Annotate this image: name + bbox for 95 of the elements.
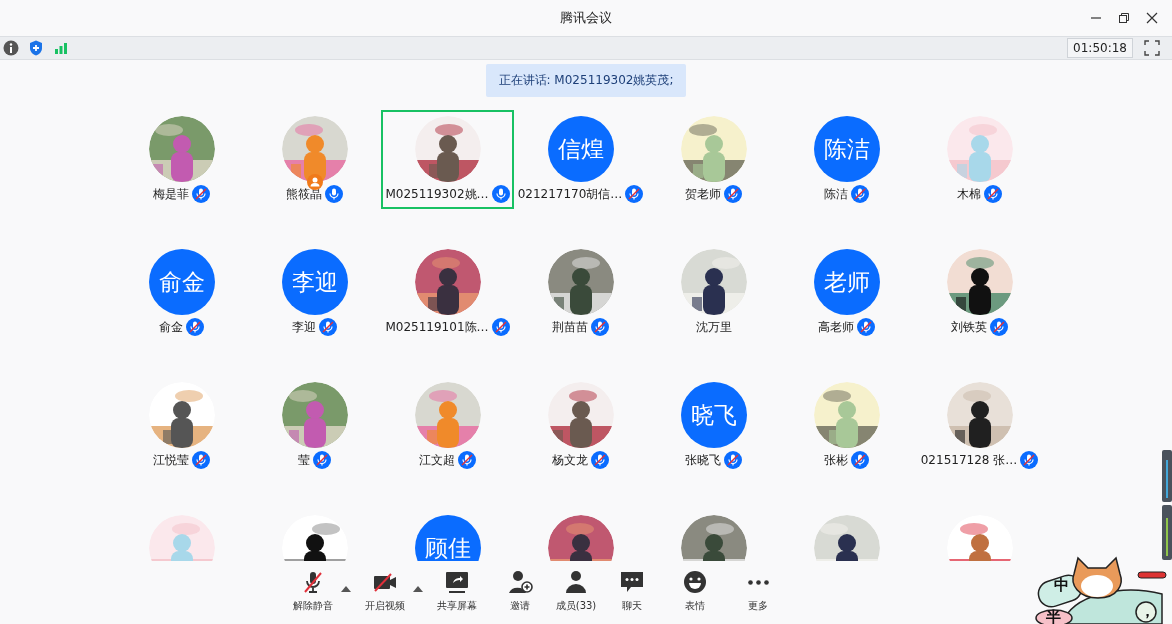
participant-name: M025119101陈…: [385, 319, 489, 336]
mic-muted-icon[interactable]: [1020, 451, 1039, 469]
participant-tile[interactable]: 晓飞 张晓飞: [647, 376, 780, 475]
participant-tile[interactable]: 俞金 俞金: [115, 243, 248, 342]
more-icon: [747, 579, 769, 585]
participant-name: 张晓飞: [685, 452, 721, 469]
participant-tile[interactable]: 张彬: [780, 376, 913, 475]
participant-tile[interactable]: 李迎 李迎: [248, 243, 381, 342]
participant-tile[interactable]: 荆苗苗: [514, 243, 647, 342]
participant-tile[interactable]: 杨文龙: [514, 376, 647, 475]
avatar-initials: 晓飞: [680, 382, 747, 448]
mic-muted-icon[interactable]: [857, 318, 875, 336]
participant-tile[interactable]: 顾佳: [381, 509, 514, 561]
close-icon: [1146, 12, 1158, 24]
participant-name: 木棉: [957, 186, 981, 203]
mic-icon[interactable]: [325, 185, 343, 203]
participant-tile[interactable]: 贺老师: [647, 110, 780, 209]
participant-tile[interactable]: 老师 高老师: [780, 243, 913, 342]
participant-name: M025119302姚…: [385, 186, 489, 203]
participant-tile[interactable]: 梅是菲: [115, 110, 248, 209]
window-title: 腾讯会议: [560, 9, 612, 27]
toolbar-button[interactable]: 表情: [669, 569, 721, 613]
speaking-banner: 正在讲话: M025119302姚英茂;: [485, 64, 687, 97]
menu-caret-button[interactable]: [341, 586, 351, 592]
mic-muted-icon[interactable]: [591, 451, 609, 469]
participant-name: 江文超: [419, 452, 455, 469]
participant-name: 莹: [298, 452, 310, 469]
participant-tile[interactable]: 江悦莹: [115, 376, 248, 475]
toolbar-button[interactable]: 成员(33): [550, 569, 602, 613]
participant-name: 贺老师: [685, 186, 721, 203]
mic-muted-icon[interactable]: [491, 318, 510, 336]
participant-name: 高老师: [818, 319, 854, 336]
participant-tile[interactable]: 信煌 021217170胡信…: [514, 110, 647, 209]
participant-tile[interactable]: M025119101陈…: [381, 243, 514, 342]
participant-name: 刘铁英: [951, 319, 987, 336]
avatar-initials: 俞金: [148, 249, 215, 315]
toolbar-button[interactable]: 共享屏幕: [431, 569, 483, 613]
participant-tile[interactable]: 陈洁 陈洁: [780, 110, 913, 209]
participant-tile[interactable]: 江文超: [381, 376, 514, 475]
meeting-timer: 01:50:18: [1067, 38, 1133, 58]
mic-muted-icon[interactable]: [625, 185, 644, 203]
mic-icon[interactable]: [491, 185, 510, 203]
mic-muted-icon[interactable]: [724, 451, 742, 469]
avatar-initials: 顾佳: [414, 515, 481, 561]
ime-mode-key[interactable]: 中: [1054, 574, 1069, 597]
mic-muted-icon[interactable]: [591, 318, 609, 336]
shield-icon[interactable]: [27, 39, 45, 57]
mic-muted-icon[interactable]: [186, 318, 204, 336]
mic-muted-icon[interactable]: [458, 451, 476, 469]
mic-muted-icon[interactable]: [192, 451, 210, 469]
toolbar-button[interactable]: 解除静音: [287, 569, 339, 613]
participant-tile[interactable]: 沈万里: [647, 243, 780, 342]
participant-name: 江悦莹: [153, 452, 189, 469]
participant-name: 熊筱晶: [286, 186, 322, 203]
participant-tile[interactable]: 木棉: [913, 110, 1046, 209]
participant-name: 俞金: [159, 319, 183, 336]
participant-name: 杨文龙: [552, 452, 588, 469]
participant-tile[interactable]: 熊筱晶: [248, 110, 381, 209]
participant-name: 荆苗苗: [552, 319, 588, 336]
participant-name: 梅是菲: [153, 186, 189, 203]
toolbar-button[interactable]: 更多: [732, 569, 784, 613]
participant-name: 沈万里: [695, 319, 732, 336]
mic-muted-icon[interactable]: [319, 318, 337, 336]
add-person-icon: [507, 569, 533, 595]
mic-muted-icon[interactable]: [724, 185, 742, 203]
participant-tile[interactable]: 021517128 张…: [913, 376, 1046, 475]
participant-name: 张彬: [824, 452, 848, 469]
screen-share-icon: [444, 569, 470, 595]
participant-tile[interactable]: 刘铁英: [913, 243, 1046, 342]
restore-icon: [1118, 12, 1130, 24]
smiley-icon: [682, 569, 708, 595]
mic-muted-icon[interactable]: [851, 451, 869, 469]
info-icon[interactable]: [2, 39, 20, 57]
mic-muted-icon[interactable]: [851, 185, 869, 203]
toolbar-button[interactable]: 邀请: [494, 569, 546, 613]
fullscreen-icon[interactable]: [1143, 39, 1161, 57]
active-speaker-tile[interactable]: M025119302姚…: [381, 110, 514, 209]
avatar-initials: 信煌: [547, 116, 614, 182]
person-icon: [563, 569, 589, 595]
participant-name: 李迎: [292, 319, 316, 336]
avatar-initials: 老师: [813, 249, 880, 315]
participant-tile[interactable]: 莹: [248, 376, 381, 475]
menu-caret-button[interactable]: [413, 586, 423, 592]
participant-name: 陈洁: [824, 186, 848, 203]
mic-muted-icon[interactable]: [313, 451, 331, 469]
toolbar-button[interactable]: 聊天: [606, 569, 658, 613]
avatar-initials: 陈洁: [813, 116, 880, 182]
mic-muted-icon[interactable]: [192, 185, 210, 203]
avatar-initials: 李迎: [281, 249, 348, 315]
mic-muted-icon[interactable]: [984, 185, 1002, 203]
participant-name: 021517128 张…: [920, 452, 1018, 469]
mic-muted-icon[interactable]: [990, 318, 1008, 336]
toolbar-button[interactable]: 开启视频: [359, 569, 411, 613]
participant-name: 021217170胡信…: [517, 186, 623, 203]
ime-width-key[interactable]: 半: [1046, 606, 1061, 624]
